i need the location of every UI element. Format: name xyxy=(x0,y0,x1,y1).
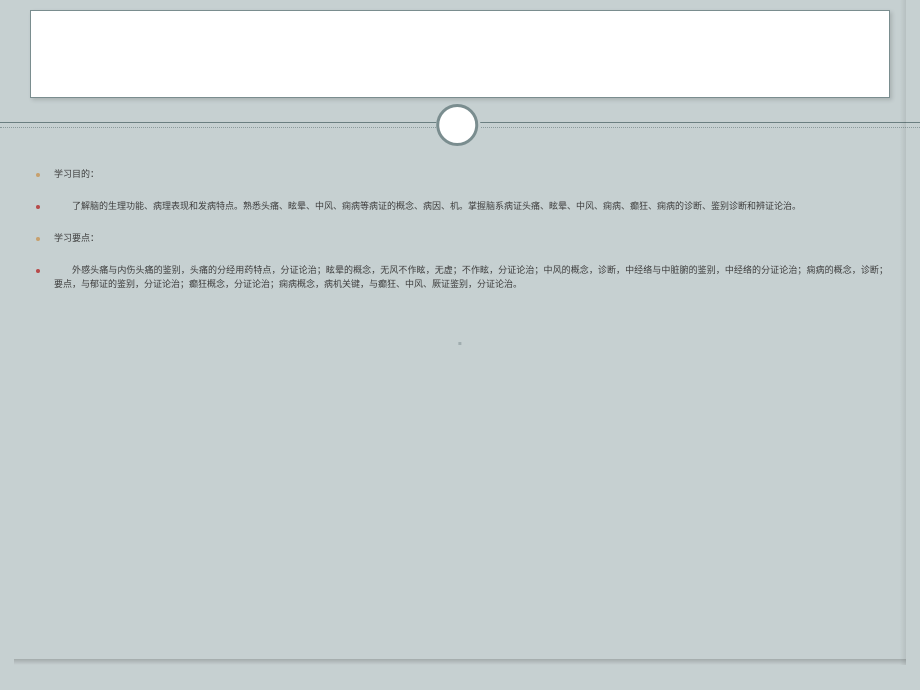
paragraph-text: 了解脑的生理功能、病理表现和发病特点。熟悉头痛、眩晕、中风、痫病等病证的概念、病… xyxy=(54,200,888,214)
paragraph-text: 外感头痛与内伤头痛的鉴别，头痛的分经用药特点，分证论治；眩晕的概念，无风不作眩，… xyxy=(54,264,888,292)
heading-text: 学习要点： xyxy=(54,232,888,246)
bullet-icon xyxy=(36,173,40,177)
list-item: 了解脑的生理功能、病理表现和发病特点。熟悉头痛、眩晕、中风、痫病等病证的概念、病… xyxy=(36,200,888,214)
bullet-icon xyxy=(36,237,40,241)
circle-icon xyxy=(436,104,478,146)
shadow-decoration xyxy=(900,0,906,665)
bullet-icon xyxy=(36,269,40,273)
shadow-decoration xyxy=(14,659,906,665)
title-placeholder xyxy=(30,10,890,98)
list-item: 学习要点： xyxy=(36,232,888,246)
heading-text: 学习目的： xyxy=(54,168,888,182)
list-item: 外感头痛与内伤头痛的鉴别，头痛的分经用药特点，分证论治；眩晕的概念，无风不作眩，… xyxy=(36,264,888,292)
list-item: 学习目的： xyxy=(36,168,888,182)
divider-ornament xyxy=(436,104,480,148)
content-area: 学习目的： 了解脑的生理功能、病理表现和发病特点。熟悉头痛、眩晕、中风、痫病等病… xyxy=(36,168,888,310)
footer-marker xyxy=(458,342,461,345)
bullet-icon xyxy=(36,205,40,209)
